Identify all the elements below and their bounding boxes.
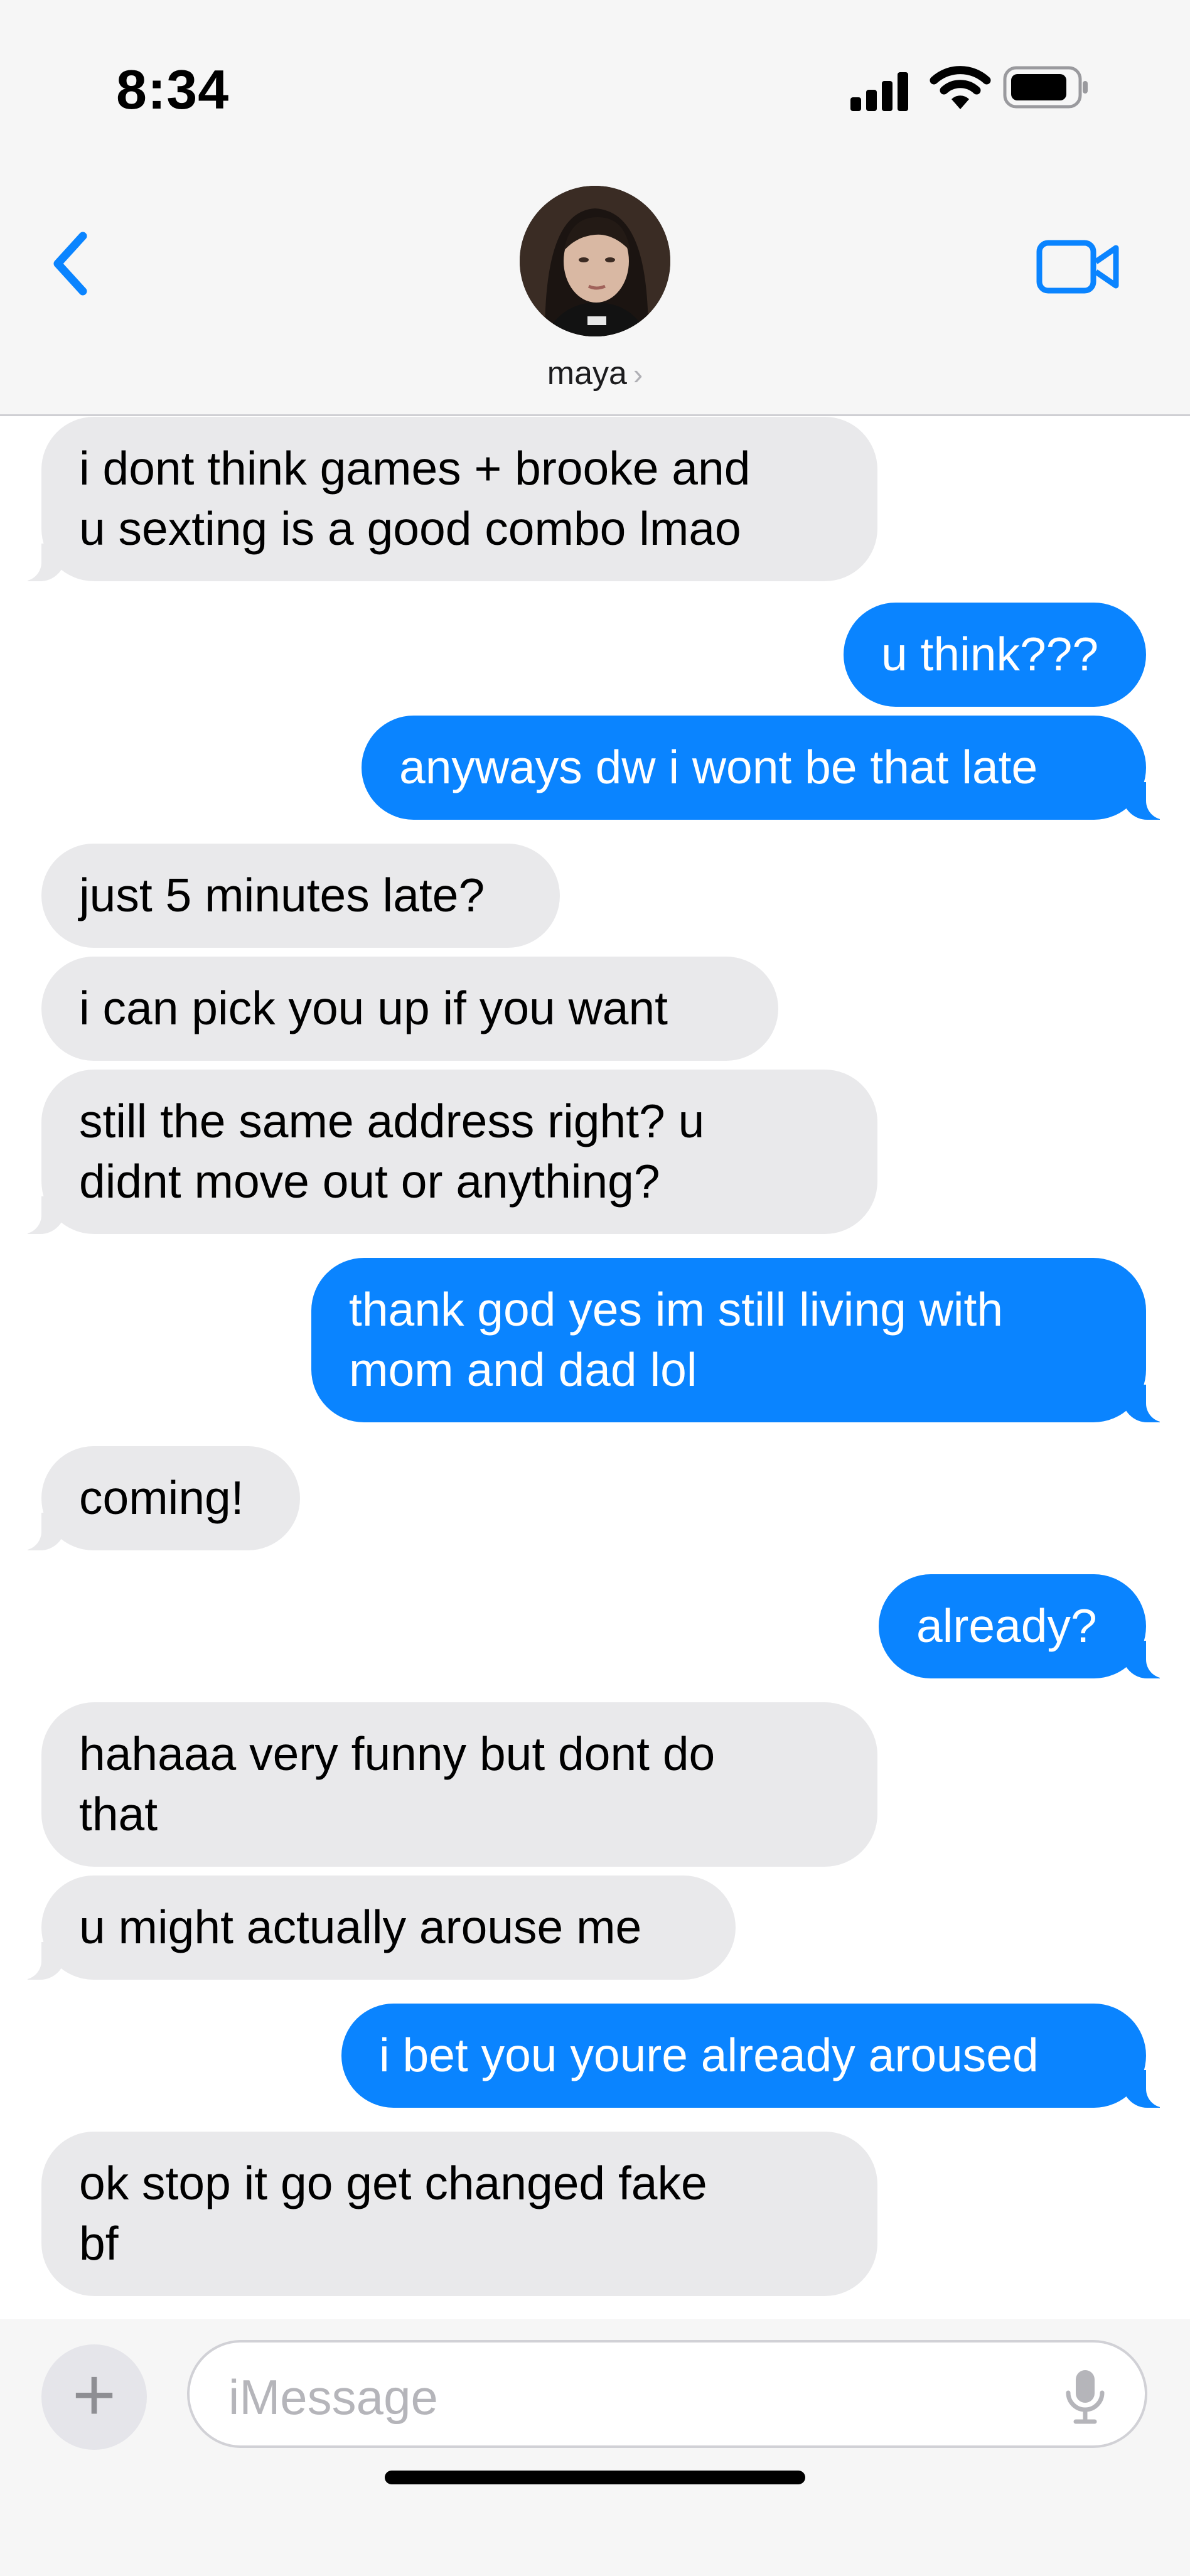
- message-line: i dont think games + brooke and: [79, 442, 751, 495]
- message-incoming: i can pick you up if you want: [41, 957, 778, 1061]
- add-attachment-button[interactable]: +: [41, 2344, 147, 2450]
- message-line: hahaaa very funny but dont do: [79, 1727, 716, 1780]
- message-line: coming!: [79, 1471, 244, 1524]
- message-outgoing: i bet you youre already aroused: [341, 2004, 1174, 2108]
- message-incoming: just 5 minutes late?: [41, 844, 560, 948]
- cellular-signal-icon: [850, 70, 910, 111]
- message-line: bf: [79, 2217, 119, 2270]
- contact-avatar[interactable]: [520, 186, 670, 336]
- back-chevron-icon[interactable]: [44, 226, 100, 301]
- message-line: thank god yes im still living with: [349, 1283, 1004, 1336]
- message-outgoing: anyways dw i wont be that late: [362, 716, 1174, 820]
- message-line: already?: [916, 1599, 1097, 1652]
- message-line: just 5 minutes late?: [79, 869, 485, 921]
- message-line: u might actually arouse me: [79, 1901, 642, 1953]
- message-incoming: coming!: [14, 1446, 300, 1550]
- home-indicator[interactable]: [385, 2471, 805, 2484]
- contact-name[interactable]: maya ›: [0, 355, 1190, 392]
- message-line: anyways dw i wont be that late: [399, 741, 1038, 793]
- wifi-icon: [930, 66, 991, 109]
- message-line: mom and dad lol: [349, 1343, 697, 1396]
- message-outgoing: already?: [879, 1574, 1174, 1678]
- status-time: 8:34: [116, 58, 230, 121]
- message-outgoing: u think???: [844, 603, 1146, 707]
- message-incoming: u might actually arouse me: [14, 1876, 736, 1980]
- message-line: that: [79, 1788, 158, 1840]
- message-composer: + iMessage: [0, 2319, 1190, 2576]
- message-line: u sexting is a good combo lmao: [79, 502, 741, 555]
- message-line: ok stop it go get changed fake: [79, 2157, 707, 2209]
- video-camera-icon[interactable]: [1036, 235, 1123, 298]
- chevron-right-icon: ›: [633, 358, 643, 390]
- message-line: still the same address right? u: [79, 1095, 705, 1147]
- message-incoming: still the same address right? u didnt mo…: [14, 1070, 877, 1234]
- microphone-icon[interactable]: [1063, 2368, 1107, 2425]
- conversation-header: 8:34 maya ›: [0, 0, 1190, 416]
- message-incoming: i dont think games + brooke and u sextin…: [14, 417, 877, 581]
- message-outgoing: thank god yes im still living with mom a…: [311, 1258, 1174, 1422]
- contact-name-label: maya: [547, 355, 627, 392]
- imessage-placeholder: iMessage: [228, 2369, 438, 2425]
- message-line: i can pick you up if you want: [79, 982, 668, 1034]
- message-incoming: ok stop it go get changed fake bf: [41, 2132, 877, 2296]
- message-incoming: hahaaa very funny but dont do that: [41, 1702, 877, 1867]
- message-line: u think???: [881, 628, 1099, 680]
- message-line: i bet you youre already aroused: [379, 2029, 1039, 2081]
- message-line: didnt move out or anything?: [79, 1155, 660, 1208]
- avatar-photo: [520, 186, 670, 336]
- imessage-input[interactable]: iMessage: [187, 2340, 1147, 2448]
- battery-icon: [1003, 66, 1088, 109]
